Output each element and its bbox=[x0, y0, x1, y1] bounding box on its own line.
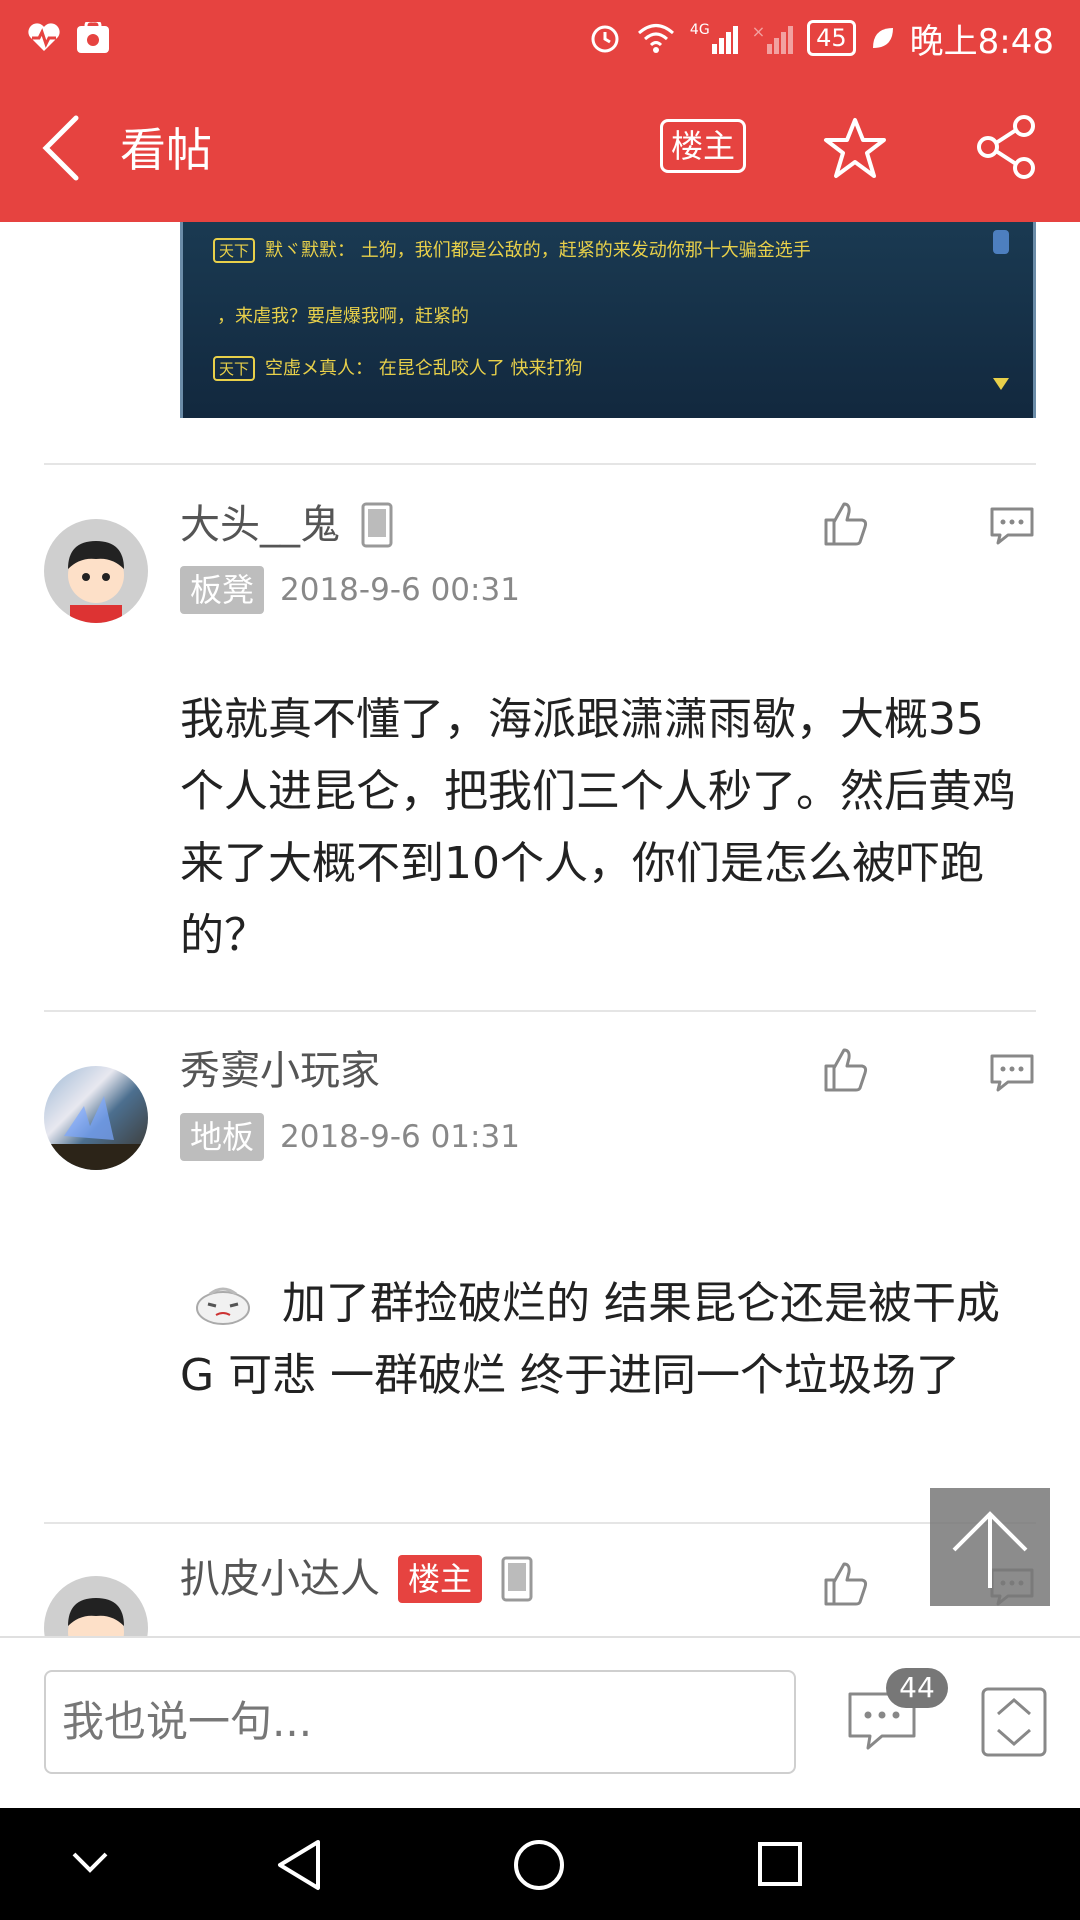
like-icon[interactable] bbox=[822, 1046, 870, 1094]
floor-badge: 板凳 bbox=[180, 566, 265, 614]
back-icon[interactable] bbox=[274, 1838, 324, 1892]
like-icon[interactable] bbox=[822, 1560, 870, 1608]
page-title: 看帖 bbox=[120, 123, 212, 177]
leaf-icon bbox=[872, 28, 893, 48]
scroll-down-icon bbox=[993, 378, 1009, 390]
op-badge: 楼主 bbox=[398, 1555, 483, 1603]
recent-apps-icon[interactable] bbox=[756, 1840, 804, 1888]
favorite-star-icon[interactable] bbox=[822, 116, 888, 180]
username[interactable]: 扒皮小达人 bbox=[180, 1554, 380, 1604]
post-author-row: 扒皮小达人 楼主 bbox=[180, 1554, 534, 1604]
status-left-icons bbox=[26, 14, 110, 62]
post-meta-row: 地板 2018-9-6 01:31 bbox=[180, 1113, 520, 1161]
post-content: 我就真不懂了，海派跟潇潇雨歇，大概35个人进昆仑，把我们三个人秒了。然后黄鸡来了… bbox=[180, 694, 1016, 961]
system-nav-bar bbox=[0, 1808, 1080, 1920]
game-scrollbar-thumb bbox=[993, 230, 1009, 254]
cartoon-avatar-icon bbox=[68, 541, 124, 623]
huawei-store-icon bbox=[77, 22, 109, 53]
avatar[interactable] bbox=[44, 1066, 148, 1170]
game-chat-line: 天下 空虚メ真人： 在昆仑乱咬人了 快来打狗 bbox=[213, 354, 582, 381]
app-header: 4G × 45 晚上8:48 看帖 楼主 bbox=[0, 0, 1080, 222]
back-arrow-icon[interactable] bbox=[38, 114, 86, 182]
alarm-icon bbox=[591, 25, 619, 53]
comment-input[interactable]: 我也说一句... bbox=[44, 1670, 796, 1774]
divider bbox=[44, 1010, 1036, 1012]
comment-icon[interactable] bbox=[988, 1052, 1036, 1094]
status-time: 晚上8:48 bbox=[909, 21, 1054, 62]
avatar[interactable] bbox=[44, 1576, 148, 1636]
username[interactable]: 秀窦小玩家 bbox=[180, 1046, 380, 1096]
health-icon bbox=[28, 23, 60, 51]
like-icon[interactable] bbox=[822, 500, 870, 548]
mobile-client-icon bbox=[501, 1556, 533, 1602]
arrow-up-icon bbox=[952, 1511, 1028, 1588]
post-date: 2018-9-6 00:31 bbox=[280, 572, 520, 608]
op-only-button[interactable]: 楼主 bbox=[660, 119, 746, 173]
channel-tag: 天下 bbox=[213, 356, 256, 381]
hide-keyboard-icon[interactable] bbox=[68, 1848, 112, 1878]
game-scene-avatar-icon bbox=[44, 1096, 148, 1170]
wifi-icon bbox=[637, 24, 674, 53]
comment-count-badge: 44 bbox=[886, 1668, 948, 1708]
channel-tag: 天下 bbox=[213, 238, 256, 263]
post-date: 2018-9-6 01:31 bbox=[280, 1119, 520, 1155]
post-meta-row: 板凳 2018-9-6 00:31 bbox=[180, 566, 520, 614]
signal-strength-icon: 4G bbox=[690, 22, 738, 54]
comment-icon[interactable] bbox=[988, 505, 1036, 547]
home-icon[interactable] bbox=[512, 1838, 566, 1892]
floor-badge: 地板 bbox=[180, 1113, 265, 1161]
game-chat-line: ，来虐我？要虐爆我啊，赶紧的 bbox=[217, 306, 469, 327]
post-author-row: 大头__鬼 bbox=[180, 500, 394, 550]
post-author-row: 秀窦小玩家 bbox=[180, 1046, 380, 1096]
network-type: 4G bbox=[689, 22, 710, 38]
post-content: 加了群捡破烂的 结果昆仑还是被干成G 可悲 一群破烂 终于进同一个垃圾场了 bbox=[180, 1278, 1000, 1401]
battery-indicator: 45 bbox=[807, 20, 856, 56]
share-icon[interactable] bbox=[974, 114, 1038, 180]
page-switch-icon[interactable] bbox=[980, 1686, 1048, 1758]
game-chat-line: 天下 默ヾ默默： 土狗，我们都是公敌的，赶紧的来发动你那十大骗金选手 bbox=[213, 236, 811, 263]
scroll-to-top-button[interactable] bbox=[930, 1488, 1050, 1606]
avatar[interactable] bbox=[44, 519, 148, 623]
post-partial: 扒皮小达人 楼主 bbox=[0, 1524, 1080, 1636]
cartoon-avatar-icon bbox=[68, 1598, 124, 1636]
status-right: 4G × 45 晚上8:48 bbox=[588, 14, 1054, 62]
mobile-client-icon bbox=[361, 502, 393, 548]
divider bbox=[44, 463, 1036, 465]
post-image-game-chat[interactable]: 天下 默ヾ默默： 土狗，我们都是公敌的，赶紧的来发动你那十大骗金选手 ，来虐我？要… bbox=[180, 222, 1036, 418]
signal-empty-icon: × bbox=[752, 22, 794, 54]
username[interactable]: 大头__鬼 bbox=[180, 500, 340, 550]
